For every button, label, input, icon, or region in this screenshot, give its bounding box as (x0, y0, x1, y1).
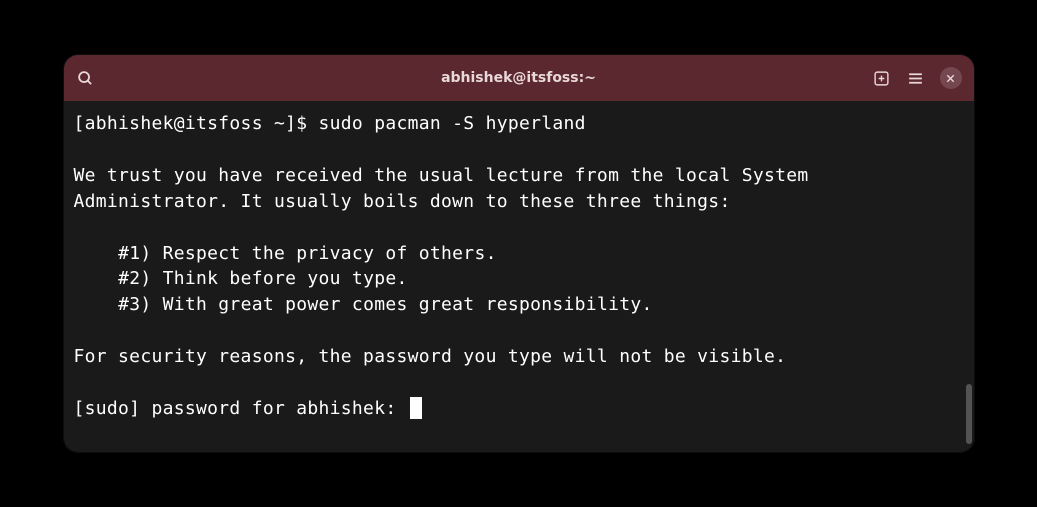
close-icon[interactable] (940, 67, 962, 89)
search-icon[interactable] (76, 68, 96, 88)
password-prompt: [sudo] password for abhishek: (74, 398, 408, 419)
lecture-item-1: #1) Respect the privacy of others. (74, 243, 497, 264)
lecture-item-2: #2) Think before you type. (74, 268, 408, 289)
new-tab-icon[interactable] (872, 68, 892, 88)
shell-prompt: [abhishek@itsfoss ~]$ (74, 113, 319, 134)
menu-icon[interactable] (906, 68, 926, 88)
titlebar: abhishek@itsfoss:~ (64, 55, 974, 101)
command-text: sudo pacman -S hyperland (319, 113, 586, 134)
terminal-output: [abhishek@itsfoss ~]$ sudo pacman -S hyp… (74, 111, 964, 422)
lecture-item-3: #3) With great power comes great respons… (74, 294, 653, 315)
security-note: For security reasons, the password you t… (74, 346, 787, 367)
window-title: abhishek@itsfoss:~ (441, 70, 596, 86)
terminal-window: abhishek@itsfoss:~ (64, 55, 974, 452)
terminal-body[interactable]: [abhishek@itsfoss ~]$ sudo pacman -S hyp… (64, 101, 974, 452)
cursor (410, 397, 422, 419)
lecture-intro: We trust you have received the usual lec… (74, 165, 809, 212)
scrollbar[interactable] (966, 384, 972, 444)
